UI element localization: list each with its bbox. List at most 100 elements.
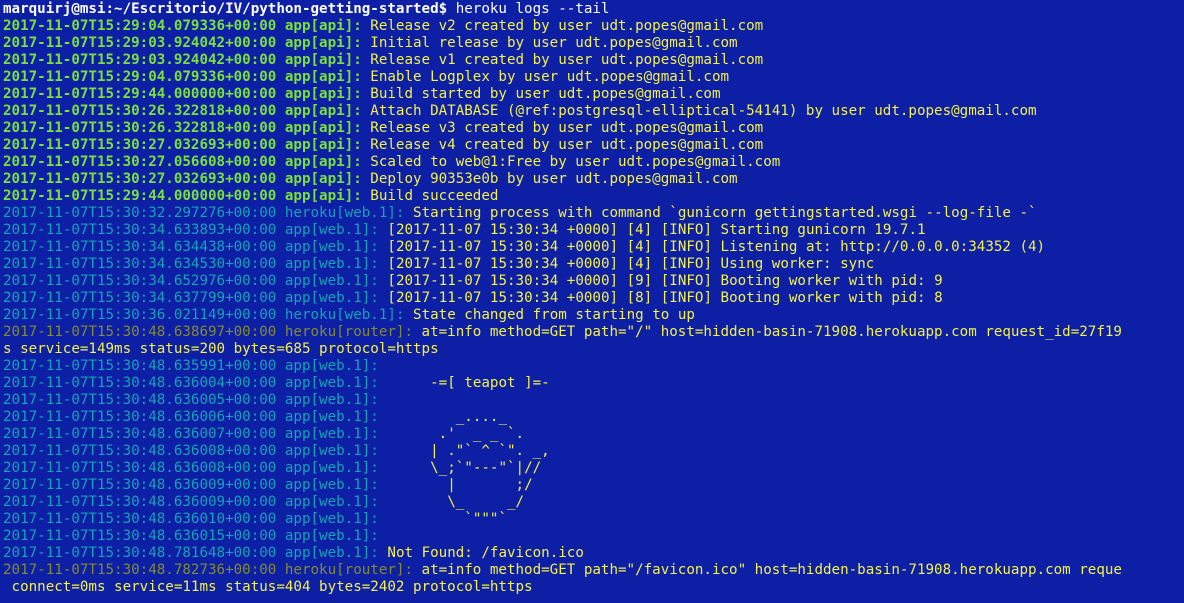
log-line-router-root-wrap: s service=149ms status=200 bytes=685 pro… [3,341,1184,358]
log-line-web: 2017-11-07T15:30:34.633893+00:00 app[web… [3,222,1184,239]
log-message: Starting process with command `gunicorn … [404,205,1037,221]
log-timestamp: 2017-11-07T15:30:27.032693+00:00 [3,171,277,187]
log-source: app[api]: [284,103,362,119]
log-line-api: 2017-11-07T15:30:27.032693+00:00 app[api… [3,137,1184,154]
log-line-api: 2017-11-07T15:29:04.079336+00:00 app[api… [3,69,1184,86]
teapot-art: \_;`"---"`|// [387,460,542,476]
log-source: app[api]: [284,18,362,34]
log-source: app[api]: [284,171,362,187]
log-timestamp: 2017-11-07T15:30:48.636006+00:00 [3,409,277,425]
log-line-api: 2017-11-07T15:30:27.056608+00:00 app[api… [3,154,1184,171]
log-line-teapot: 2017-11-07T15:30:48.636007+00:00 app[web… [3,426,1184,443]
log-line-teapot: 2017-11-07T15:30:48.636006+00:00 app[web… [3,409,1184,426]
log-message: Enable Logplex by user udt.popes@gmail.c… [361,69,730,85]
log-source: app[web.1]: [284,477,379,493]
log-source: heroku[router]: [284,562,414,578]
log-source: app[api]: [284,86,362,102]
log-message-wrap: s service=149ms status=200 bytes=685 pro… [3,341,439,357]
log-message: Attach DATABASE (@ref:postgresql-ellipti… [361,103,1037,119]
log-message: Build started by user udt.popes@gmail.co… [361,86,721,102]
log-timestamp: 2017-11-07T15:30:26.322818+00:00 [3,103,277,119]
log-message: Release v1 created by user udt.popes@gma… [361,52,764,68]
log-line-favicon: 2017-11-07T15:30:48.781648+00:00 app[web… [3,545,1184,562]
terminal-window[interactable]: marquirj@msi:~/Escritorio/IV/python-gett… [0,0,1184,603]
log-timestamp: 2017-11-07T15:30:48.636015+00:00 [3,528,277,544]
log-message: [2017-11-07 15:30:34 +0000] [4] [INFO] S… [378,222,926,238]
log-line-teapot: 2017-11-07T15:30:48.636015+00:00 app[web… [3,528,1184,545]
log-line-web: 2017-11-07T15:30:34.634530+00:00 app[web… [3,256,1184,273]
log-timestamp: 2017-11-07T15:29:04.079336+00:00 [3,18,277,34]
log-timestamp: 2017-11-07T15:30:48.636008+00:00 [3,443,277,459]
log-timestamp: 2017-11-07T15:29:44.000000+00:00 [3,188,277,204]
log-message: at=info method=GET path="/favicon.ico" h… [413,562,1122,578]
web-log-block: 2017-11-07T15:30:32.297276+00:00 heroku[… [3,205,1184,324]
log-line-teapot: 2017-11-07T15:30:48.636010+00:00 app[web… [3,511,1184,528]
teapot-art: | ;/ [387,477,533,493]
log-line-router-favicon: 2017-11-07T15:30:48.782736+00:00 heroku[… [3,562,1184,579]
log-source: app[api]: [284,52,362,68]
log-source: app[web.1]: [284,409,379,425]
log-timestamp: 2017-11-07T15:30:27.056608+00:00 [3,154,277,170]
teapot-art: -=[ teapot ]=- [387,375,550,391]
log-source: app[api]: [284,120,362,136]
log-line-api: 2017-11-07T15:29:03.924042+00:00 app[api… [3,35,1184,52]
log-source: app[api]: [284,188,362,204]
log-timestamp: 2017-11-07T15:30:27.032693+00:00 [3,137,277,153]
log-message: Build succeeded [361,188,499,204]
log-source: app[web.1]: [284,358,379,374]
log-source: app[web.1]: [284,375,379,391]
log-line-api: 2017-11-07T15:29:04.079336+00:00 app[api… [3,18,1184,35]
log-timestamp: 2017-11-07T15:30:48.781648+00:00 [3,545,277,561]
log-timestamp: 2017-11-07T15:30:48.782736+00:00 [3,562,277,578]
log-message: Scaled to web@1:Free by user udt.popes@g… [361,154,781,170]
log-line-teapot: 2017-11-07T15:30:48.636009+00:00 app[web… [3,477,1184,494]
teapot-art: \_ _/ [387,494,525,510]
log-line-web: 2017-11-07T15:30:36.021149+00:00 heroku[… [3,307,1184,324]
teapot-art: _...._ [387,409,507,425]
log-source: app[web.1]: [284,511,379,527]
log-source: app[web.1]: [284,290,379,306]
log-source: app[web.1]: [284,392,379,408]
log-timestamp: 2017-11-07T15:29:44.000000+00:00 [3,86,277,102]
log-timestamp: 2017-11-07T15:30:48.636009+00:00 [3,477,277,493]
log-source: app[api]: [284,154,362,170]
teapot-art: | ."` ^ `". _, [387,443,550,459]
log-message: [2017-11-07 15:30:34 +0000] [8] [INFO] B… [378,290,943,306]
log-timestamp: 2017-11-07T15:29:03.924042+00:00 [3,52,277,68]
api-log-block: 2017-11-07T15:29:04.079336+00:00 app[api… [3,18,1184,205]
log-message: Not Found: /favicon.ico [378,545,584,561]
log-timestamp: 2017-11-07T15:30:48.635991+00:00 [3,358,277,374]
log-message: Release v3 created by user udt.popes@gma… [361,120,764,136]
log-line-web: 2017-11-07T15:30:34.634438+00:00 app[web… [3,239,1184,256]
log-timestamp: 2017-11-07T15:29:04.079336+00:00 [3,69,277,85]
log-message: Release v4 created by user udt.popes@gma… [361,137,764,153]
log-timestamp: 2017-11-07T15:30:26.322818+00:00 [3,120,277,136]
log-timestamp: 2017-11-07T15:30:48.636008+00:00 [3,460,277,476]
log-message: State changed from starting to up [404,307,695,323]
log-line-api: 2017-11-07T15:30:27.032693+00:00 app[api… [3,171,1184,188]
teapot-ascii-block: 2017-11-07T15:30:48.635991+00:00 app[web… [3,358,1184,545]
log-line-api: 2017-11-07T15:30:26.322818+00:00 app[api… [3,120,1184,137]
log-line-web: 2017-11-07T15:30:32.297276+00:00 heroku[… [3,205,1184,222]
log-line-teapot: 2017-11-07T15:30:48.636005+00:00 app[web… [3,392,1184,409]
log-timestamp: 2017-11-07T15:30:48.636007+00:00 [3,426,277,442]
log-timestamp: 2017-11-07T15:30:48.636005+00:00 [3,392,277,408]
log-source: heroku[web.1]: [284,205,405,221]
log-line-api: 2017-11-07T15:29:44.000000+00:00 app[api… [3,188,1184,205]
log-message: at=info method=GET path="/" host=hidden-… [413,324,1122,340]
log-source: app[api]: [284,69,362,85]
log-source: app[web.1]: [284,443,379,459]
log-source: app[web.1]: [284,239,379,255]
log-timestamp: 2017-11-07T15:30:34.652976+00:00 [3,273,277,289]
log-source: app[api]: [284,137,362,153]
log-line-web: 2017-11-07T15:30:34.652976+00:00 app[web… [3,273,1184,290]
log-source: heroku[router]: [284,324,414,340]
log-message-wrap: connect=0ms service=11ms status=404 byte… [3,579,533,595]
log-source: app[web.1]: [284,222,379,238]
log-timestamp: 2017-11-07T15:30:36.021149+00:00 [3,307,277,323]
log-message: Initial release by user udt.popes@gmail.… [361,35,738,51]
log-line-teapot: 2017-11-07T15:30:48.636008+00:00 app[web… [3,443,1184,460]
log-source: app[web.1]: [284,460,379,476]
log-timestamp: 2017-11-07T15:30:34.637799+00:00 [3,290,277,306]
log-line-api: 2017-11-07T15:29:44.000000+00:00 app[api… [3,86,1184,103]
